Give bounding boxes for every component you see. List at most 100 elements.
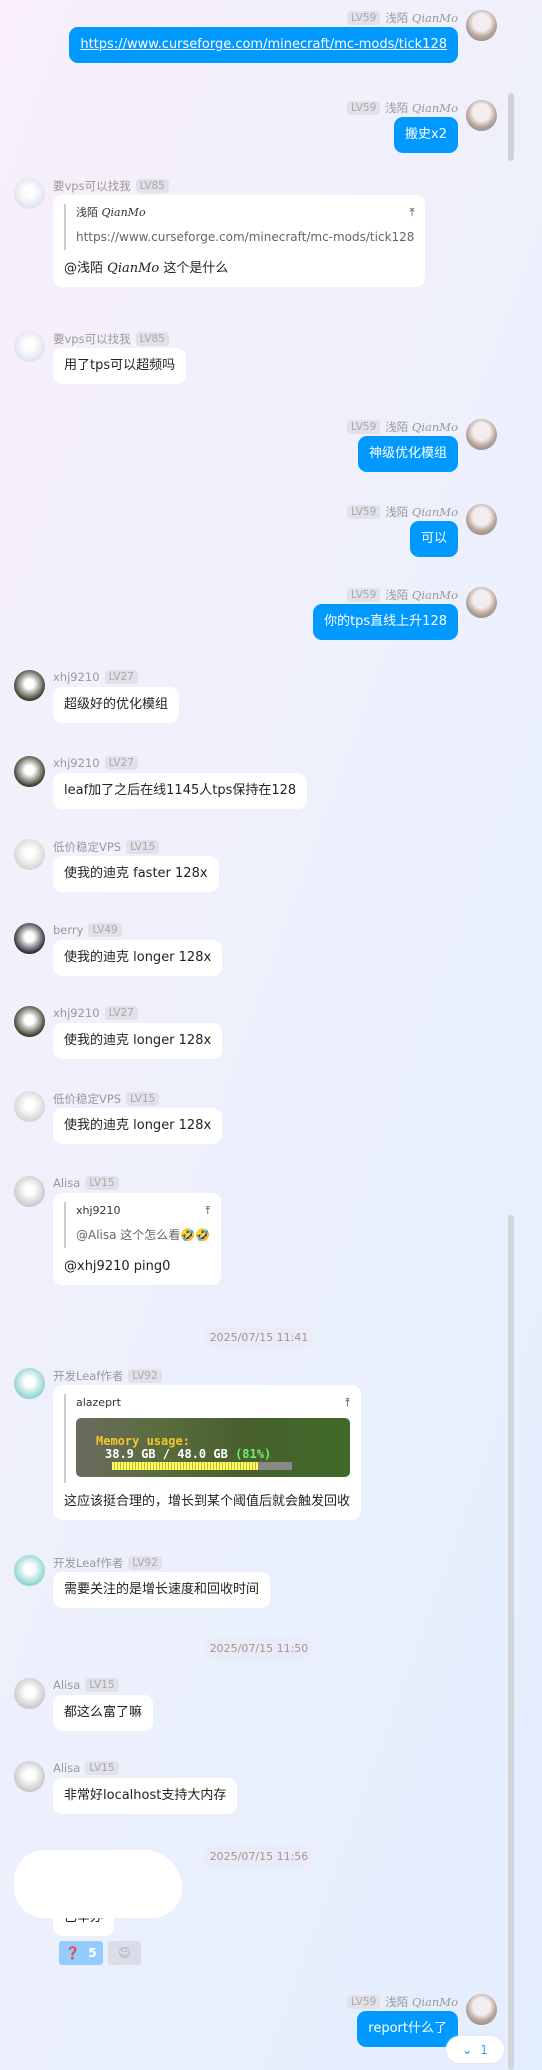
level-badge: LV27	[104, 670, 138, 684]
quoted-message[interactable]: 浅陌 QianMo ⤒ https://www.curseforge.com/min…	[64, 204, 414, 250]
sender-name[interactable]: xhj9210	[53, 756, 100, 770]
level-badge: LV59	[347, 588, 381, 602]
quoted-message[interactable]: xhj9210 ⤒ @Alisa 这个怎么看🤣🤣	[64, 1202, 210, 1248]
message-header: LV59 浅陌 QianMo	[347, 10, 458, 26]
sender-name[interactable]: Alisa	[53, 1176, 80, 1190]
message-header: LV59 浅陌 QianMo	[347, 504, 458, 520]
avatar[interactable]	[466, 587, 497, 618]
unread-count: 1	[480, 2042, 488, 2057]
sender-name-en: QianMo	[411, 101, 458, 115]
reaction-count: 5	[88, 1946, 97, 1960]
avatar[interactable]	[14, 670, 45, 701]
quote-sender-cn: 浅陌	[76, 206, 98, 219]
message-header: 开发Leaf作者 LV92	[53, 1555, 162, 1571]
sender-name[interactable]: 开发Leaf作者	[53, 1368, 123, 1384]
memory-usage-image[interactable]: Memory usage: 38.9 GB / 48.0 GB (81%)	[76, 1418, 350, 1477]
message-text: 这应该挺合理的，增长到某个阈值后就会触发回收	[64, 1494, 351, 1509]
image-used: 38.9 GB / 48.0 GB	[105, 1447, 228, 1461]
sender-name[interactable]: berry	[53, 923, 83, 937]
level-badge: LV15	[85, 1176, 119, 1190]
chat-window: LV59 浅陌 QianMo https://www.curseforge.com/…	[0, 0, 542, 2070]
sender-name-cn: 浅陌	[385, 588, 409, 602]
sender-name[interactable]: 浅陌 QianMo	[385, 1994, 458, 2010]
quote-sender-cn: alazeprt	[76, 1396, 121, 1409]
sender-name[interactable]: 要vps可以找我	[53, 331, 131, 347]
level-badge: LV27	[104, 1006, 138, 1020]
quote-text: @Alisa 这个怎么看🤣🤣	[76, 1228, 211, 1242]
double-chevron-down-icon: ⌄	[462, 2042, 473, 2057]
reaction-question[interactable]: ❓ 5	[59, 1941, 103, 1965]
message-text: leaf加了之后在线1145人tps保持在128	[64, 783, 297, 798]
avatar[interactable]	[466, 419, 497, 450]
memory-bar-fill	[112, 1462, 258, 1470]
message-text: 非常好localhost支持大内存	[64, 1788, 227, 1803]
scrollbar-track[interactable]	[508, 1215, 514, 2070]
mention-en[interactable]: QianMo	[107, 261, 159, 276]
add-reaction-button[interactable]: ☺	[108, 1941, 141, 1965]
avatar[interactable]	[14, 1091, 45, 1122]
message-header: 低价稳定VPS LV15	[53, 839, 160, 855]
sender-name[interactable]: 浅陌 QianMo	[385, 100, 458, 116]
image-percent: (81%)	[235, 1447, 272, 1461]
sender-name-cn: 浅陌	[385, 1995, 409, 2009]
avatar[interactable]	[14, 1761, 45, 1792]
level-badge: LV15	[126, 840, 160, 854]
sender-name[interactable]: xhj9210	[53, 1006, 100, 1020]
sender-name[interactable]: 浅陌 QianMo	[385, 10, 458, 26]
message-bubble: 用了tps可以超频吗	[53, 348, 187, 384]
avatar[interactable]	[14, 756, 45, 787]
sender-name[interactable]: 开发Leaf作者	[53, 1555, 123, 1571]
avatar[interactable]	[14, 1176, 45, 1207]
avatar[interactable]	[14, 1555, 45, 1586]
avatar[interactable]	[466, 504, 497, 535]
sender-name[interactable]: 要vps可以找我	[53, 178, 131, 194]
jump-to-top-icon[interactable]: ⤒	[410, 204, 415, 222]
message-bubble: leaf加了之后在线1145人tps保持在128	[53, 773, 308, 809]
avatar[interactable]	[14, 331, 45, 362]
quote-text: https://www.curseforge.com/minecraft/mc-…	[76, 230, 415, 244]
message-text: 你的tps直线上升128	[324, 614, 447, 629]
sender-name[interactable]: 浅陌 QianMo	[385, 587, 458, 603]
level-badge: LV59	[347, 11, 381, 25]
message-bubble: 使我的迪克 faster 128x	[53, 856, 219, 892]
avatar[interactable]	[14, 839, 45, 870]
sender-name[interactable]: 低价稳定VPS	[53, 839, 121, 855]
message-bubble: xhj9210 ⤒ @Alisa 这个怎么看🤣🤣 @xhj9210 ping0	[53, 1193, 222, 1285]
sender-name[interactable]: 浅陌 QianMo	[385, 419, 458, 435]
quote-sender: xhj9210	[76, 1202, 121, 1220]
avatar[interactable]	[466, 100, 497, 131]
jump-to-top-icon[interactable]: ⤒	[205, 1202, 210, 1220]
quoted-message[interactable]: alazeprt ⤒ Memory usage: 38.9 GB / 48.0 GB …	[64, 1394, 350, 1483]
message-header: xhj9210 LV27	[53, 1006, 138, 1020]
message-header: 开发Leaf作者 LV92	[53, 1368, 162, 1384]
avatar[interactable]	[14, 923, 45, 954]
avatar[interactable]	[466, 1994, 497, 2025]
message-header: xhj9210 LV27	[53, 670, 138, 684]
sender-name[interactable]: Alisa	[53, 1761, 80, 1775]
message-bubble: 神级优化模组	[357, 436, 458, 472]
avatar[interactable]	[14, 1006, 45, 1037]
message-text: 使我的迪克 longer 128x	[64, 1118, 212, 1133]
avatar[interactable]	[466, 10, 497, 41]
sender-name[interactable]: 浅陌 QianMo	[385, 504, 458, 520]
sender-name[interactable]: 低价稳定VPS	[53, 1091, 121, 1107]
message-header: 低价稳定VPS LV15	[53, 1091, 160, 1107]
sender-name[interactable]: Alisa	[53, 1678, 80, 1692]
sender-name[interactable]: xhj9210	[53, 670, 100, 684]
message-text[interactable]: https://www.curseforge.com/minecraft/mc-…	[80, 36, 447, 54]
message-text: 使我的迪克 longer 128x	[64, 1033, 212, 1048]
mention-cn[interactable]: @浅陌	[64, 261, 103, 276]
scroll-to-bottom-button[interactable]: ⌄ 1	[446, 2036, 504, 2063]
level-badge: LV85	[135, 332, 169, 346]
message-bubble: alazeprt ⤒ Memory usage: 38.9 GB / 48.0 GB …	[53, 1385, 362, 1520]
avatar[interactable]	[14, 1368, 45, 1399]
message-text: 搬史x2	[405, 127, 447, 142]
jump-to-top-icon[interactable]: ⤒	[345, 1394, 350, 1412]
scrollbar-thumb[interactable]	[508, 93, 514, 161]
avatar[interactable]	[14, 1678, 45, 1709]
timestamp: 2025/07/15 11:50	[205, 1638, 313, 1659]
redacted-sender-mask	[14, 1850, 182, 1918]
message-header: LV59 浅陌 QianMo	[347, 100, 458, 116]
message-text: 都这么富了嘛	[64, 1705, 143, 1720]
avatar[interactable]	[14, 178, 45, 209]
